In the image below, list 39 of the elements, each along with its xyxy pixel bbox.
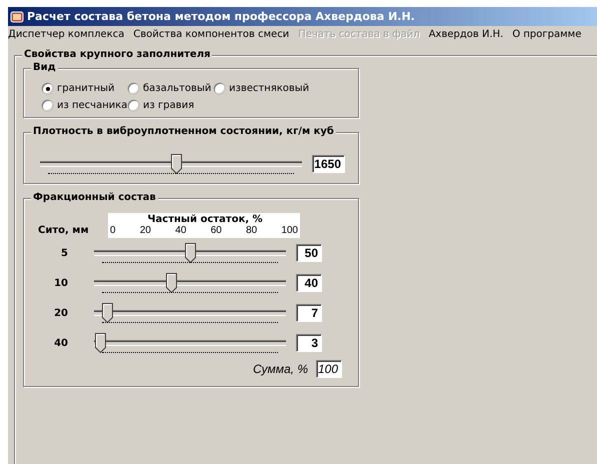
group-title: Плотность в виброуплотненном состоянии, кг/м куб bbox=[31, 126, 336, 137]
sum-field: 100 bbox=[316, 360, 342, 378]
scale-tick: 100 bbox=[281, 225, 298, 236]
group-title: Фракционный состав bbox=[31, 192, 158, 203]
menu-item[interactable]: О программе bbox=[512, 29, 582, 40]
value-field[interactable]: 7 bbox=[296, 304, 322, 322]
menu-item[interactable]: Диспетчер комплекса bbox=[8, 29, 124, 40]
value-field[interactable]: 40 bbox=[296, 274, 322, 292]
column-label: Сито, мм bbox=[37, 225, 90, 238]
group-title: Вид bbox=[31, 62, 58, 73]
scale-tick: 40 bbox=[175, 225, 186, 236]
value-field[interactable]: 1650 bbox=[312, 155, 345, 173]
app-icon bbox=[10, 10, 24, 24]
slider-thumb[interactable] bbox=[185, 243, 196, 263]
scale-tick: 0 bbox=[110, 225, 116, 236]
sieve-label: 10 bbox=[53, 278, 69, 288]
sieve-label: 20 bbox=[53, 308, 69, 318]
radio-option[interactable]: из песчаника bbox=[42, 100, 128, 111]
window-title: Расчет состава бетона методом профессора Ахвердова И.Н. bbox=[27, 10, 415, 23]
value-field[interactable]: 50 bbox=[296, 244, 322, 262]
radio-option[interactable]: базальтовый bbox=[128, 83, 214, 94]
slider-thumb[interactable] bbox=[166, 273, 177, 293]
group-title: Свойства крупного заполнителя bbox=[22, 49, 212, 60]
slider-thumb[interactable] bbox=[102, 303, 114, 323]
radio-option[interactable]: известняковый bbox=[214, 83, 350, 94]
radio-option[interactable]: гранитный bbox=[42, 83, 128, 94]
scale-title: Частный остаток, % bbox=[146, 214, 264, 225]
radio-option[interactable]: из гравия bbox=[128, 100, 214, 111]
menu-item[interactable]: Ахвердов И.Н. bbox=[428, 29, 504, 40]
slider-thumb[interactable] bbox=[94, 333, 106, 353]
value-field[interactable]: 3 bbox=[296, 334, 322, 352]
sum-label: Сумма, % bbox=[253, 362, 308, 376]
sieve-label: 5 bbox=[60, 248, 69, 258]
scale-tick: 20 bbox=[140, 225, 151, 236]
slider-thumb[interactable] bbox=[171, 154, 182, 174]
scale-tick: 60 bbox=[210, 225, 222, 236]
scale-tick: 80 bbox=[246, 225, 258, 236]
menu-item[interactable]: Свойства компонентов смеси bbox=[133, 29, 290, 40]
sieve-label: 40 bbox=[53, 338, 69, 348]
